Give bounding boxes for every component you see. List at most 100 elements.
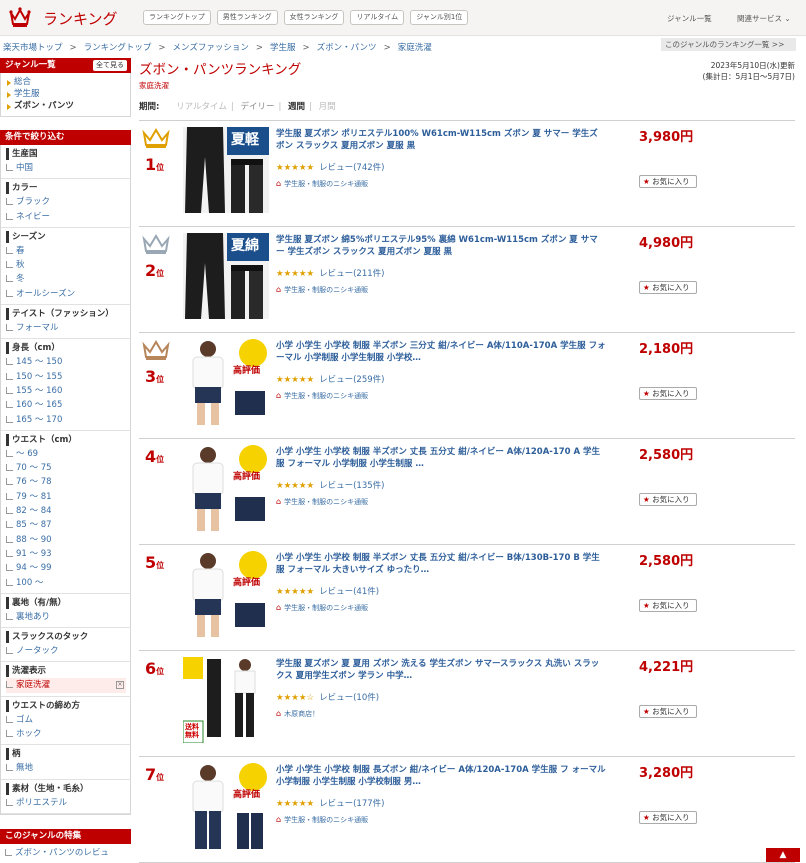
period-weekly[interactable]: 週間 [288,102,305,112]
tab-realtime[interactable]: リアルタイム [350,10,405,25]
review-count-link[interactable]: レビュー(135件) [319,481,384,491]
product-name-link[interactable]: 小学 小学生 小学校 制服 半ズボン 三分丈 紺/ネイビー A体/110A-17… [276,340,606,364]
breadcrumb-item[interactable]: 家庭洗濯 [398,43,432,53]
filter-option-label: 秋 [16,260,25,271]
product-image[interactable]: 夏綿 [183,233,269,319]
filter-option[interactable]: ホック [6,727,126,741]
filter-option[interactable]: 88 〜 90 [6,533,126,547]
product-image[interactable]: 高評価 [183,551,269,637]
related-services-menu[interactable]: 関連サービス ⌄ [737,13,791,24]
filter-option-label: 155 〜 160 [16,385,63,396]
product-name-link[interactable]: 学生服 夏ズボン ポリエステル100% W61cm-W115cm ズボン 夏 サ… [276,128,606,152]
filter-group: スラックスのタック ノータック [1,628,130,663]
filter-option[interactable]: 70 〜 75 [6,461,126,475]
product-image[interactable]: 高評価 [183,445,269,531]
filter-option[interactable]: 〜 69 [6,447,126,461]
filter-option[interactable]: 82 〜 84 [6,504,126,518]
tab-genre-first[interactable]: ジャンル別1位 [410,10,469,25]
filter-option[interactable]: ノータック [6,644,126,658]
filter-option-selected[interactable]: 家庭洗濯 × [6,678,126,693]
product-image[interactable]: 高評価 [183,339,269,425]
show-all-button[interactable]: 全て見る [93,60,127,71]
filter-option[interactable]: 160 〜 165 [6,398,126,412]
review-count-link[interactable]: レビュー(177件) [319,799,384,809]
favorite-button[interactable]: ★ お気に入り [639,493,697,506]
remove-filter-icon[interactable]: × [116,681,124,690]
review-count-link[interactable]: レビュー(742件) [319,163,384,173]
tab-men-ranking[interactable]: 男性ランキング [216,10,278,25]
favorite-button[interactable]: ★ お気に入り [639,175,697,188]
product-name-link[interactable]: 学生服 夏ズボン 夏 夏用 ズボン 洗える 学生ズボン サマースラックス 丸洗い… [276,658,606,682]
genre-item[interactable]: 総合 [6,76,126,88]
filter-option[interactable]: 100 〜 [6,576,126,590]
filter-option[interactable]: 76 〜 78 [6,475,126,489]
product-name-link[interactable]: 小学 小学生 小学校 制服 半ズボン 丈長 五分丈 紺/ネイビー B体/130B… [276,552,606,576]
breadcrumb-item[interactable]: ランキングトップ [84,43,152,53]
favorite-button[interactable]: ★ お気に入り [639,705,697,718]
shop-link[interactable]: ⌂ 学生服・制服のニシキ通販 [276,603,368,613]
filter-option[interactable]: 裏地あり [6,610,126,624]
product-image[interactable]: 夏軽 [183,127,269,213]
filter-option[interactable]: ゴム [6,713,126,727]
breadcrumb-item[interactable]: 楽天市場トップ [3,43,63,53]
filter-option[interactable]: 94 〜 99 [6,561,126,575]
review-count-link[interactable]: レビュー(41件) [319,587,379,597]
filter-option[interactable]: 150 〜 155 [6,370,126,384]
filter-option[interactable]: ポリエステル [6,796,126,810]
genre-ranking-list-button[interactable]: このジャンルのランキング一覧 >> [661,38,796,51]
product-price: 4,221円 [639,660,694,675]
shop-link[interactable]: ⌂ 学生服・制服のニシキ通販 [276,497,368,507]
shop-link[interactable]: ⌂ 学生服・制服のニシキ通販 [276,391,368,401]
product-image[interactable]: 高評価 [183,763,269,849]
filter-option[interactable]: 79 〜 81 [6,490,126,504]
filter-option[interactable]: 秋 [6,258,126,272]
product-image[interactable]: 送料無料 [183,657,269,743]
tab-ranking-top[interactable]: ランキングトップ [143,10,211,25]
period-realtime[interactable]: リアルタイム [176,102,227,112]
filter-option[interactable]: 165 〜 170 [6,413,126,427]
shop-link[interactable]: ⌂ 学生服・制服のニシキ通販 [276,285,368,295]
filter-option[interactable]: 冬 [6,272,126,286]
filter-option[interactable]: 春 [6,244,126,258]
tab-women-ranking[interactable]: 女性ランキング [283,10,345,25]
breadcrumb-item[interactable]: メンズファッション [173,43,249,53]
genre-item[interactable]: 学生服 [6,88,126,100]
rating-stars: ★★★★★ [276,269,315,279]
filter-option[interactable]: 85 〜 87 [6,518,126,532]
shop-link[interactable]: ⌂ 学生服・制服のニシキ通販 [276,815,368,825]
filter-option[interactable]: オールシーズン [6,287,126,301]
breadcrumb-item[interactable]: ズボン・パンツ [317,43,377,53]
product-name-link[interactable]: 小学 小学生 小学校 制服 半ズボン 丈長 五分丈 紺/ネイビー A体/120A… [276,446,606,470]
review-count-link[interactable]: レビュー(259件) [319,375,384,385]
feature-item[interactable]: ズボン・パンツのレビュ [5,846,131,860]
shop-link[interactable]: ⌂ 木原商店！ [276,709,319,719]
period-monthly[interactable]: 月間 [319,102,336,112]
favorite-button[interactable]: ★ お気に入り [639,387,697,400]
brand-title[interactable]: ランキング [43,8,118,29]
rank-value: 3 [145,367,157,386]
review-count-link[interactable]: レビュー(211件) [319,269,384,279]
filter-option[interactable]: フォーマル [6,321,126,335]
filter-option[interactable]: 145 〜 150 [6,355,126,369]
period-daily[interactable]: デイリー [240,102,274,112]
filter-option[interactable]: ネイビー [6,210,126,224]
scroll-to-top-button[interactable]: ▲ [766,848,800,862]
review-count-link[interactable]: レビュー(10件) [319,693,379,703]
rank-number: 5位 [145,553,164,572]
product-name-link[interactable]: 小学 小学生 小学校 制服 長ズボン 紺/ネイビー A体/120A-170A 学… [276,764,606,788]
genre-list-link[interactable]: ジャンル一覧 [667,13,712,24]
favorite-button[interactable]: ★ お気に入り [639,599,697,612]
ranking-crown-logo-icon[interactable] [8,5,32,29]
shop-link[interactable]: ⌂ 学生服・制服のニシキ通販 [276,179,368,189]
filter-option[interactable]: 91 〜 93 [6,547,126,561]
filter-option-label: 82 〜 84 [16,506,52,517]
rank-suffix: 位 [156,375,165,384]
filter-option[interactable]: ブラック [6,195,126,209]
filter-option[interactable]: 中国 [6,161,126,175]
breadcrumb-item[interactable]: 学生服 [270,43,296,53]
filter-option[interactable]: 155 〜 160 [6,384,126,398]
filter-option[interactable]: 無地 [6,761,126,775]
favorite-button[interactable]: ★ お気に入り [639,281,697,294]
favorite-button[interactable]: ★ お気に入り [639,811,697,824]
product-name-link[interactable]: 学生服 夏ズボン 綿5%ポリエステル95% 裏綿 W61cm-W115cm ズボ… [276,234,606,258]
